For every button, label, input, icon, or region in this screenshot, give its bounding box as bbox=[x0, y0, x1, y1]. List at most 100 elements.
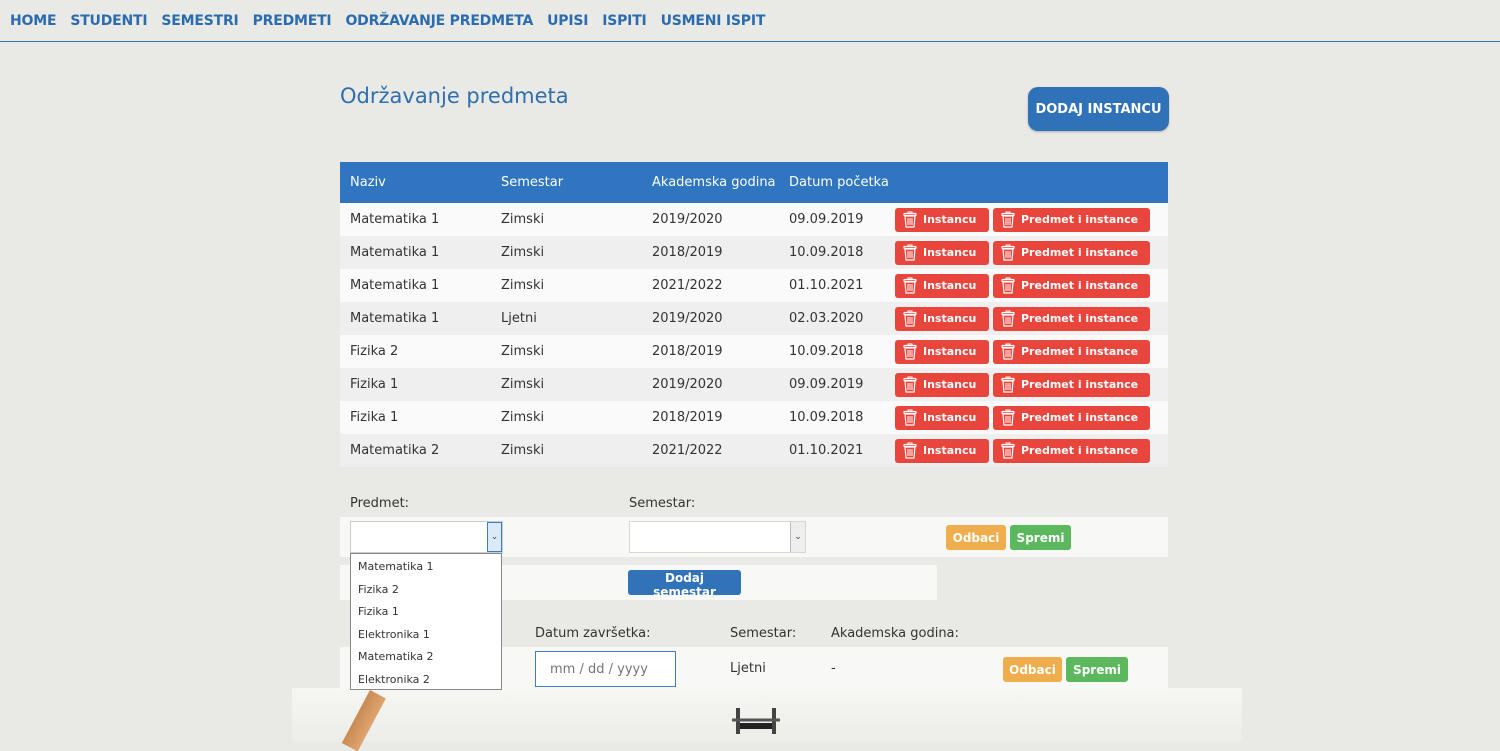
cell-datum-pocetka: 09.09.2019 bbox=[789, 212, 864, 227]
dropdown-option[interactable]: Fizika 1 bbox=[351, 601, 501, 624]
trash-icon bbox=[1001, 244, 1015, 261]
table-header: Naziv Semestar Akademska godina Datum po… bbox=[340, 162, 1168, 203]
cell-akademska-godina: 2018/2019 bbox=[652, 410, 723, 425]
dropdown-option[interactable]: Matematika 1 bbox=[351, 556, 501, 579]
trash-icon bbox=[903, 310, 917, 327]
add-instance-button[interactable]: DODAJ INSTANCU bbox=[1028, 87, 1169, 131]
cell-naziv: Matematika 2 bbox=[350, 443, 440, 458]
column-header-semestar: Semestar bbox=[501, 175, 564, 190]
cell-datum-pocetka: 09.09.2019 bbox=[789, 377, 864, 392]
semester-label: Semestar: bbox=[629, 496, 696, 511]
cell-naziv: Matematika 1 bbox=[350, 278, 440, 293]
delete-subject-and-instances-button[interactable]: Predmet i instance bbox=[993, 438, 1150, 463]
page-title: Održavanje predmeta bbox=[340, 84, 569, 108]
cell-datum-pocetka: 01.10.2021 bbox=[789, 278, 864, 293]
cell-datum-pocetka: 10.09.2018 bbox=[789, 410, 864, 425]
delete-instance-button[interactable]: Instancu bbox=[895, 207, 989, 232]
delete-instance-label: Instancu bbox=[923, 279, 977, 292]
delete-subject-label: Predmet i instance bbox=[1021, 444, 1139, 457]
dropdown-option[interactable]: Matematika 2 bbox=[351, 646, 501, 669]
delete-subject-and-instances-button[interactable]: Predmet i instance bbox=[993, 273, 1150, 298]
background-binder-clip bbox=[732, 708, 780, 734]
table-row: Matematika 2 Zimski 2021/2022 01.10.2021… bbox=[340, 434, 1168, 467]
edit-semester-label: Semestar: bbox=[730, 626, 797, 641]
delete-instance-label: Instancu bbox=[923, 213, 977, 226]
table-row: Matematika 1 Ljetni 2019/2020 02.03.2020… bbox=[340, 302, 1168, 335]
edit-cancel-button[interactable]: Odbaci bbox=[1003, 657, 1062, 682]
chevron-down-icon[interactable]: ⌄ bbox=[487, 522, 502, 552]
cell-datum-pocetka: 01.10.2021 bbox=[789, 443, 864, 458]
cell-datum-pocetka: 10.09.2018 bbox=[789, 245, 864, 260]
cell-akademska-godina: 2019/2020 bbox=[652, 212, 723, 227]
cell-akademska-godina: 2021/2022 bbox=[652, 443, 723, 458]
cell-semestar: Zimski bbox=[501, 278, 545, 293]
table-row: Fizika 1 Zimski 2018/2019 10.09.2018 Ins… bbox=[340, 401, 1168, 434]
edit-save-button[interactable]: Spremi bbox=[1066, 657, 1128, 682]
delete-instance-button[interactable]: Instancu bbox=[895, 405, 989, 430]
cell-semestar: Ljetni bbox=[501, 311, 537, 326]
column-header-akademska-godina: Akademska godina bbox=[652, 175, 776, 190]
trash-icon bbox=[1001, 310, 1015, 327]
cell-semestar: Zimski bbox=[501, 443, 545, 458]
dropdown-option[interactable]: Elektronika 2 bbox=[351, 669, 501, 692]
nav-usmeni-ispit[interactable]: USMENI ISPIT bbox=[661, 13, 766, 29]
delete-subject-and-instances-button[interactable]: Predmet i instance bbox=[993, 207, 1150, 232]
table-row: Fizika 2 Zimski 2018/2019 10.09.2018 Ins… bbox=[340, 335, 1168, 368]
cell-semestar: Zimski bbox=[501, 410, 545, 425]
delete-subject-and-instances-button[interactable]: Predmet i instance bbox=[993, 306, 1150, 331]
end-date-label: Datum završetka: bbox=[535, 626, 651, 641]
cell-naziv: Fizika 1 bbox=[350, 377, 399, 392]
cancel-button[interactable]: Odbaci bbox=[946, 525, 1006, 550]
nav-ispiti[interactable]: ISPITI bbox=[602, 13, 647, 29]
cell-akademska-godina: 2021/2022 bbox=[652, 278, 723, 293]
cell-semestar: Zimski bbox=[501, 212, 545, 227]
delete-instance-label: Instancu bbox=[923, 246, 977, 259]
subject-select[interactable]: ⌄ bbox=[350, 521, 503, 553]
trash-icon bbox=[1001, 277, 1015, 294]
delete-subject-and-instances-button[interactable]: Predmet i instance bbox=[993, 372, 1150, 397]
cell-semestar: Zimski bbox=[501, 344, 545, 359]
semester-select[interactable]: ⌄ bbox=[629, 521, 806, 553]
cell-naziv: Fizika 1 bbox=[350, 410, 399, 425]
delete-instance-label: Instancu bbox=[923, 378, 977, 391]
delete-subject-label: Predmet i instance bbox=[1021, 378, 1139, 391]
nav-semestri[interactable]: SEMESTRI bbox=[161, 13, 238, 29]
end-date-input[interactable] bbox=[535, 651, 676, 687]
cell-datum-pocetka: 10.09.2018 bbox=[789, 344, 864, 359]
column-header-naziv: Naziv bbox=[350, 175, 386, 190]
delete-instance-button[interactable]: Instancu bbox=[895, 339, 989, 364]
nav-predmeti[interactable]: PREDMETI bbox=[253, 13, 332, 29]
cell-semestar: Zimski bbox=[501, 245, 545, 260]
delete-subject-label: Predmet i instance bbox=[1021, 312, 1139, 325]
dropdown-option[interactable]: Fizika 2 bbox=[351, 579, 501, 602]
delete-instance-button[interactable]: Instancu bbox=[895, 240, 989, 265]
chevron-down-icon[interactable]: ⌄ bbox=[790, 522, 805, 552]
delete-subject-and-instances-button[interactable]: Predmet i instance bbox=[993, 405, 1150, 430]
delete-instance-button[interactable]: Instancu bbox=[895, 273, 989, 298]
delete-instance-button[interactable]: Instancu bbox=[895, 438, 989, 463]
trash-icon bbox=[1001, 343, 1015, 360]
save-button[interactable]: Spremi bbox=[1010, 525, 1071, 550]
table-row: Matematika 1 Zimski 2018/2019 10.09.2018… bbox=[340, 236, 1168, 269]
trash-icon bbox=[903, 409, 917, 426]
add-semester-button[interactable]: Dodaj semestar bbox=[628, 570, 741, 599]
cell-naziv: Matematika 1 bbox=[350, 311, 440, 326]
trash-icon bbox=[1001, 442, 1015, 459]
delete-subject-label: Predmet i instance bbox=[1021, 345, 1139, 358]
trash-icon bbox=[903, 343, 917, 360]
delete-subject-and-instances-button[interactable]: Predmet i instance bbox=[993, 339, 1150, 364]
cell-naziv: Fizika 2 bbox=[350, 344, 399, 359]
nav-studenti[interactable]: STUDENTI bbox=[70, 13, 147, 29]
nav-odrzavanje-predmeta[interactable]: ODRŽAVANJE PREDMETA bbox=[345, 13, 533, 29]
trash-icon bbox=[1001, 409, 1015, 426]
nav-home[interactable]: HOME bbox=[10, 13, 57, 29]
dropdown-option[interactable]: Elektronika 1 bbox=[351, 624, 501, 647]
delete-subject-and-instances-button[interactable]: Predmet i instance bbox=[993, 240, 1150, 265]
nav-upisi[interactable]: UPISI bbox=[547, 13, 588, 29]
delete-instance-button[interactable]: Instancu bbox=[895, 306, 989, 331]
table-body: Matematika 1 Zimski 2019/2020 09.09.2019… bbox=[340, 203, 1168, 467]
trash-icon bbox=[903, 277, 917, 294]
delete-subject-label: Predmet i instance bbox=[1021, 213, 1139, 226]
delete-instance-label: Instancu bbox=[923, 411, 977, 424]
delete-instance-button[interactable]: Instancu bbox=[895, 372, 989, 397]
